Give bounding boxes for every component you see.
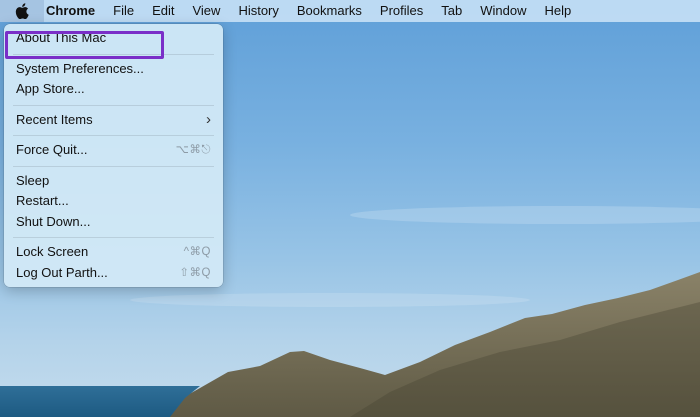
menu-separator <box>13 135 214 136</box>
menu-item-label: Restart... <box>16 193 69 208</box>
menu-file[interactable]: File <box>104 0 143 22</box>
menu-item-label: About This Mac <box>16 30 107 45</box>
menu-bar: Chrome File Edit View History Bookmarks … <box>0 0 700 22</box>
sea <box>0 386 200 417</box>
menu-separator <box>13 104 214 106</box>
menu-profiles[interactable]: Profiles <box>371 0 432 22</box>
menu-item-label: Log Out Parth... <box>16 264 108 280</box>
apple-menu-button[interactable] <box>0 0 44 22</box>
apple-icon <box>15 3 29 19</box>
menu-tab[interactable]: Tab <box>432 0 471 22</box>
menu-item-shut-down[interactable]: Shut Down... <box>4 212 223 233</box>
menu-item-label: App Store... <box>16 81 85 96</box>
menu-item-lock-screen[interactable]: Lock Screen ^⌘Q <box>4 242 223 263</box>
menu-view[interactable]: View <box>183 0 229 22</box>
menu-separator <box>13 237 214 238</box>
menu-separator <box>13 165 214 167</box>
menu-item-restart[interactable]: Restart... <box>4 191 223 212</box>
menu-bookmarks[interactable]: Bookmarks <box>288 0 371 22</box>
menu-separator <box>13 53 214 55</box>
menu-item-force-quit[interactable]: Force Quit... ⌥⌘⎋ <box>4 140 223 161</box>
menu-item-recent-items[interactable]: Recent Items › <box>4 110 223 131</box>
menu-edit[interactable]: Edit <box>143 0 183 22</box>
apple-dropdown-menu: About This Mac System Preferences... App… <box>4 24 223 287</box>
menu-window[interactable]: Window <box>471 0 535 22</box>
keyboard-shortcut: ⇧⌘Q <box>179 266 211 279</box>
menu-item-label: System Preferences... <box>16 60 144 76</box>
menu-item-system-preferences[interactable]: System Preferences... <box>4 59 223 80</box>
menu-item-log-out[interactable]: Log Out Parth... ⇧⌘Q <box>4 263 223 284</box>
menu-item-label: Recent Items <box>16 111 93 127</box>
chevron-right-icon: › <box>206 110 211 128</box>
menu-item-label: Sleep <box>16 172 50 188</box>
menu-item-about-this-mac[interactable]: About This Mac <box>4 28 223 49</box>
menu-chrome[interactable]: Chrome <box>44 0 104 22</box>
keyboard-shortcut: ⌥⌘⎋ <box>175 144 211 156</box>
menu-item-label: Force Quit... <box>16 142 88 157</box>
menu-item-label: Shut Down... <box>16 213 91 229</box>
keyboard-shortcut: ^⌘Q <box>183 246 211 258</box>
menu-item-sleep[interactable]: Sleep <box>4 171 223 192</box>
menu-help[interactable]: Help <box>536 0 581 22</box>
menu-item-app-store[interactable]: App Store... <box>4 79 223 100</box>
menu-history[interactable]: History <box>229 0 287 22</box>
menu-item-label: Lock Screen <box>16 244 89 259</box>
